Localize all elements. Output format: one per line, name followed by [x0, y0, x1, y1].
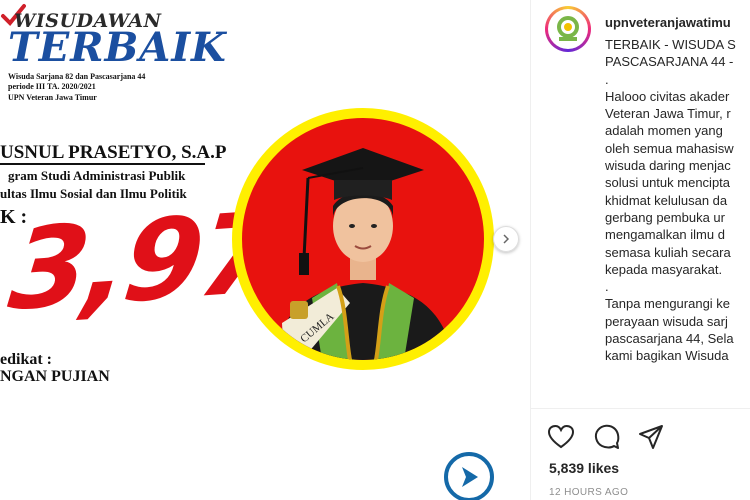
- caption-line: gerbang pembuka ur: [605, 209, 725, 225]
- graduate-portrait: CUMLA: [242, 118, 484, 360]
- caption-line: khidmat kelulusan da: [605, 192, 728, 208]
- caption-line: Halooo civitas akader: [605, 88, 730, 104]
- caption-line: solusi untuk mencipta: [605, 175, 731, 191]
- next-slide-arrow[interactable]: [444, 452, 494, 500]
- upn-logo-icon: [548, 9, 588, 49]
- chevron-right-icon: [503, 234, 510, 244]
- caption-line: semasa kuliah secara: [605, 244, 731, 260]
- comment-icon[interactable]: [593, 423, 621, 451]
- caption-line: kami bagikan Wisuda: [605, 348, 729, 364]
- caption-line: wisuda daring menjac: [605, 158, 731, 174]
- caption-line: TERBAIK - WISUDA S: [605, 37, 736, 52]
- graduate-name: USNUL PRASETYO, S.A.P: [0, 142, 227, 163]
- caption-line: perayaan wisuda sarj: [605, 313, 728, 329]
- post-caption: TERBAIK - WISUDA S PASCASARJANA 44 -. Halo…: [605, 36, 750, 408]
- event-line: Wisuda Sarjana 82 dan Pascasarjana 44: [8, 72, 146, 81]
- arrow-right-icon: [462, 467, 478, 487]
- carousel-next-button[interactable]: [493, 226, 519, 252]
- post-side-panel: upnveteranjawatimu TERBAIK - WISUDA S PAS…: [530, 0, 750, 500]
- caption-line: PASCASARJANA 44 -: [605, 54, 734, 70]
- name-underline: [0, 163, 205, 165]
- post-image[interactable]: WISUDAWAN TERBAIK Wisuda Sarjana 82 dan …: [0, 0, 530, 500]
- caption-line: .: [605, 71, 609, 87]
- caption-line: Veteran Jawa Timur, r: [605, 106, 731, 122]
- caption-line: .: [605, 279, 609, 295]
- send-icon[interactable]: [637, 423, 665, 451]
- event-line: UPN Veteran Jawa Timur: [8, 93, 97, 102]
- account-username[interactable]: upnveteranjawatimu: [605, 15, 731, 30]
- avatar[interactable]: [545, 6, 591, 52]
- caption-line: adalah momen yang: [605, 123, 723, 139]
- post-actions: 5,839 likes 12 HOURS AGO: [531, 408, 750, 500]
- event-line: periode III TA. 2020/2021: [8, 82, 96, 91]
- caption-line: oleh semua mahasisw: [605, 140, 734, 156]
- brand-terbaik: TERBAIK: [8, 24, 227, 71]
- predikat-label: edikat :: [0, 351, 52, 368]
- caption-line: pascasarjana 44, Sela: [605, 331, 734, 347]
- post-timestamp[interactable]: 12 HOURS AGO: [549, 487, 628, 498]
- likes-count[interactable]: 5,839 likes: [549, 460, 619, 476]
- predikat-value: NGAN PUJIAN: [0, 368, 110, 385]
- graduate-illustration: CUMLA: [272, 148, 454, 360]
- graduate-program: gram Studi Administrasi Publik: [8, 168, 186, 183]
- caption-line: Tanpa mengurangi ke: [605, 296, 731, 312]
- heart-icon[interactable]: [547, 423, 575, 451]
- caption-line: mengamalkan ilmu d: [605, 227, 725, 243]
- caption-line: kepada masyarakat.: [605, 261, 723, 277]
